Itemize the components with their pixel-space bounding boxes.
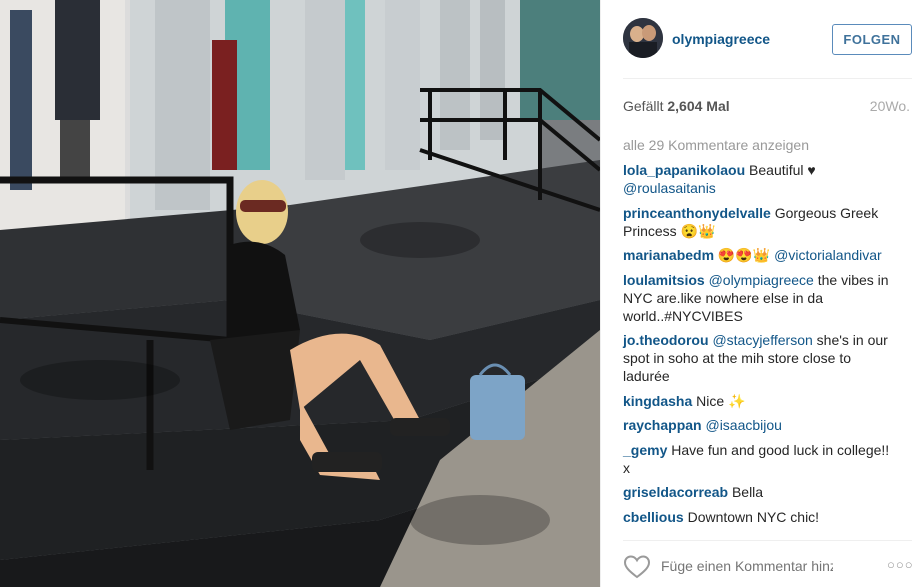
comment-item: raychappan @isaacbijou [623, 416, 893, 434]
comment-item: lola_papanikolaou Beautiful ♥ @roulasait… [623, 161, 893, 197]
likes-prefix: Gefällt [623, 98, 664, 114]
comment-item: marianabedm 😍😍👑 @victorialandivar [623, 246, 893, 264]
comment-item: jo.theodorou @stacyjefferson she's in ou… [623, 331, 893, 385]
comment-mention-link[interactable]: @isaacbijou [705, 417, 781, 433]
comment-mention-link[interactable]: @victorialandivar [774, 247, 882, 263]
follow-button[interactable]: FOLGEN [832, 24, 912, 55]
comment-item: princeanthonydelvalle Gorgeous Greek Pri… [623, 204, 893, 240]
comment-text: 😍😍👑 [714, 247, 775, 263]
post-photo[interactable] [0, 0, 600, 587]
comment-username-link[interactable]: _gemy [623, 442, 667, 458]
post-header: olympiagreece FOLGEN [601, 0, 922, 78]
comment-username-link[interactable]: raychappan [623, 417, 702, 433]
comment-username-link[interactable]: marianabedm [623, 247, 714, 263]
likes-suffix: Mal [706, 98, 730, 114]
comment-item: loulamitsios @olympiagreece the vibes in… [623, 271, 893, 325]
likes-number[interactable]: 2,604 [667, 98, 702, 114]
comment-text: Downtown NYC chic! [683, 508, 820, 525]
heart-icon[interactable] [623, 554, 651, 580]
comment-username-link[interactable]: kingdasha [623, 393, 692, 409]
comment-mention-link[interactable]: @olympiagreece [709, 272, 814, 288]
header-divider [623, 78, 912, 79]
photo-image [0, 0, 600, 587]
comment-text: Nice ✨ [692, 392, 746, 409]
comment-username-link[interactable]: cbellious [623, 509, 684, 525]
comment-username-link[interactable]: griseldacorreab [623, 484, 728, 500]
comments-list: lola_papanikolaou Beautiful ♥ @roulasait… [623, 161, 893, 532]
comment-item: kingdasha Nice ✨ [623, 392, 893, 410]
comment-username-link[interactable]: loulamitsios [623, 272, 705, 288]
comment-text: Bella [728, 484, 764, 500]
comment-item: griseldacorreab Bella [623, 483, 893, 501]
comment-username-link[interactable]: jo.theodorou [623, 332, 709, 348]
more-options-icon[interactable]: ○○○ [887, 557, 914, 572]
avatar-image [623, 18, 663, 58]
instagram-post-view: olympiagreece FOLGEN Gefällt 2,604 Mal 2… [0, 0, 922, 587]
footer-divider [623, 540, 912, 541]
comment-username-link[interactable]: lola_papanikolaou [623, 162, 745, 178]
load-more-comments-link[interactable]: alle 29 Kommentare anzeigen [623, 137, 809, 153]
comment-mention-link[interactable]: @stacyjefferson [712, 332, 812, 348]
comment-text: Beautiful ♥ [745, 162, 816, 178]
avatar[interactable] [623, 18, 663, 58]
comment-item: cbellious Downtown NYC chic! [623, 508, 893, 526]
post-sidebar: olympiagreece FOLGEN Gefällt 2,604 Mal 2… [600, 0, 922, 587]
comment-mention-link[interactable]: @roulasaitanis [623, 180, 716, 196]
likes-count: Gefällt 2,604 Mal [623, 98, 730, 114]
comment-username-link[interactable]: princeanthonydelvalle [623, 205, 771, 221]
post-timestamp[interactable]: 20Wo. [870, 98, 910, 114]
username-link[interactable]: olympiagreece [672, 31, 770, 47]
comment-input[interactable] [661, 556, 833, 576]
comment-item: _gemy Have fun and good luck in college!… [623, 441, 893, 477]
